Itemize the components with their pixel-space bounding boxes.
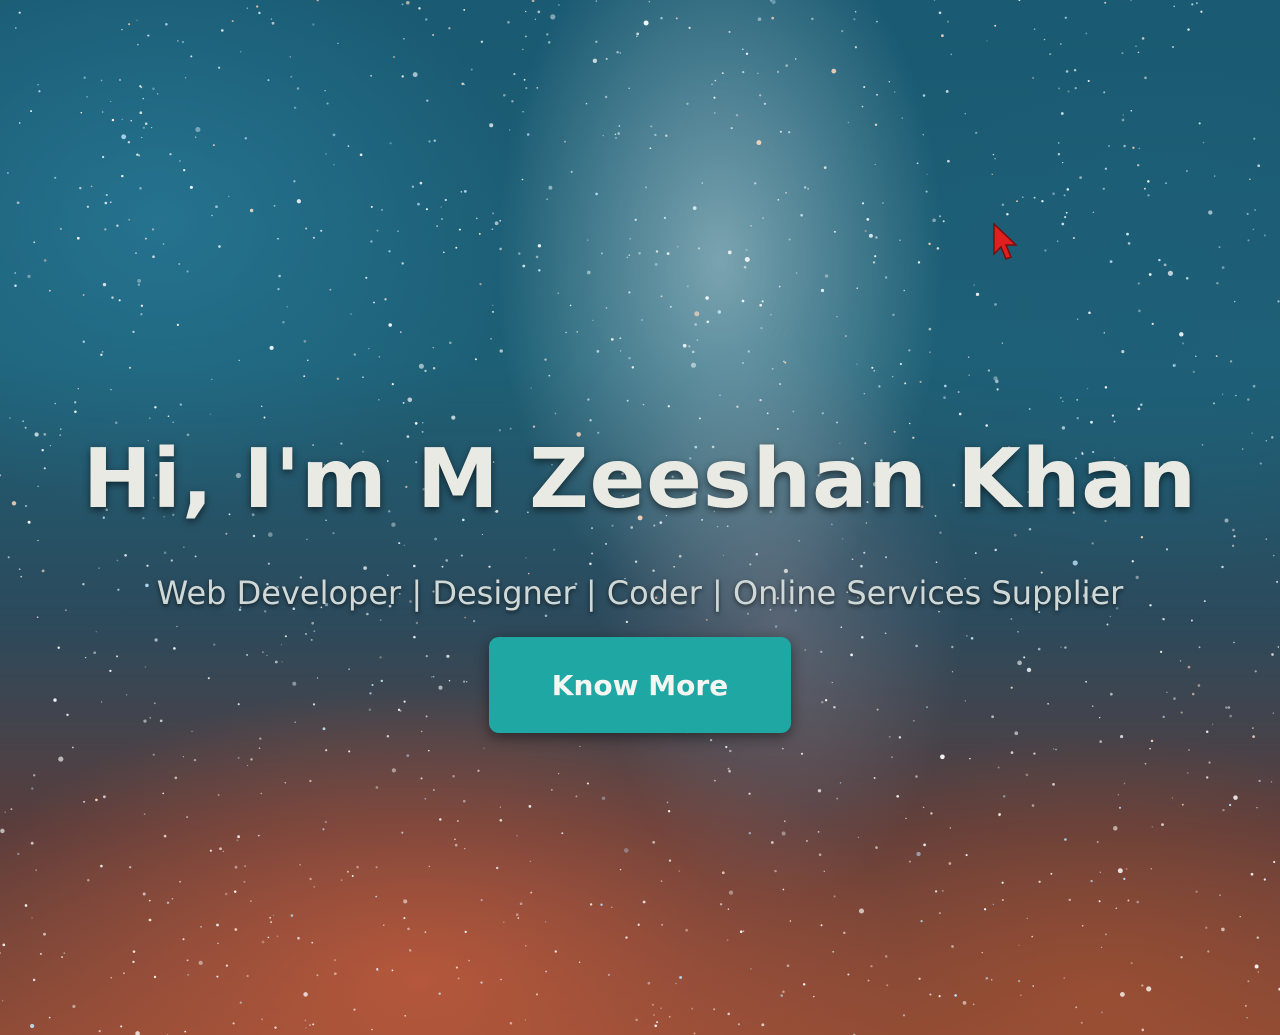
mouse-pointer-icon — [993, 222, 1018, 260]
hero-subtitle: Web Developer | Designer | Coder | Onlin… — [156, 574, 1124, 612]
know-more-button[interactable]: Know More — [489, 637, 791, 733]
hero-content: Hi, I'm M Zeeshan Khan Web Developer | D… — [0, 415, 1280, 733]
hero-title: Hi, I'm M Zeeshan Khan — [83, 432, 1197, 527]
hero-section: Hi, I'm M Zeeshan Khan Web Developer | D… — [0, 0, 1280, 1035]
